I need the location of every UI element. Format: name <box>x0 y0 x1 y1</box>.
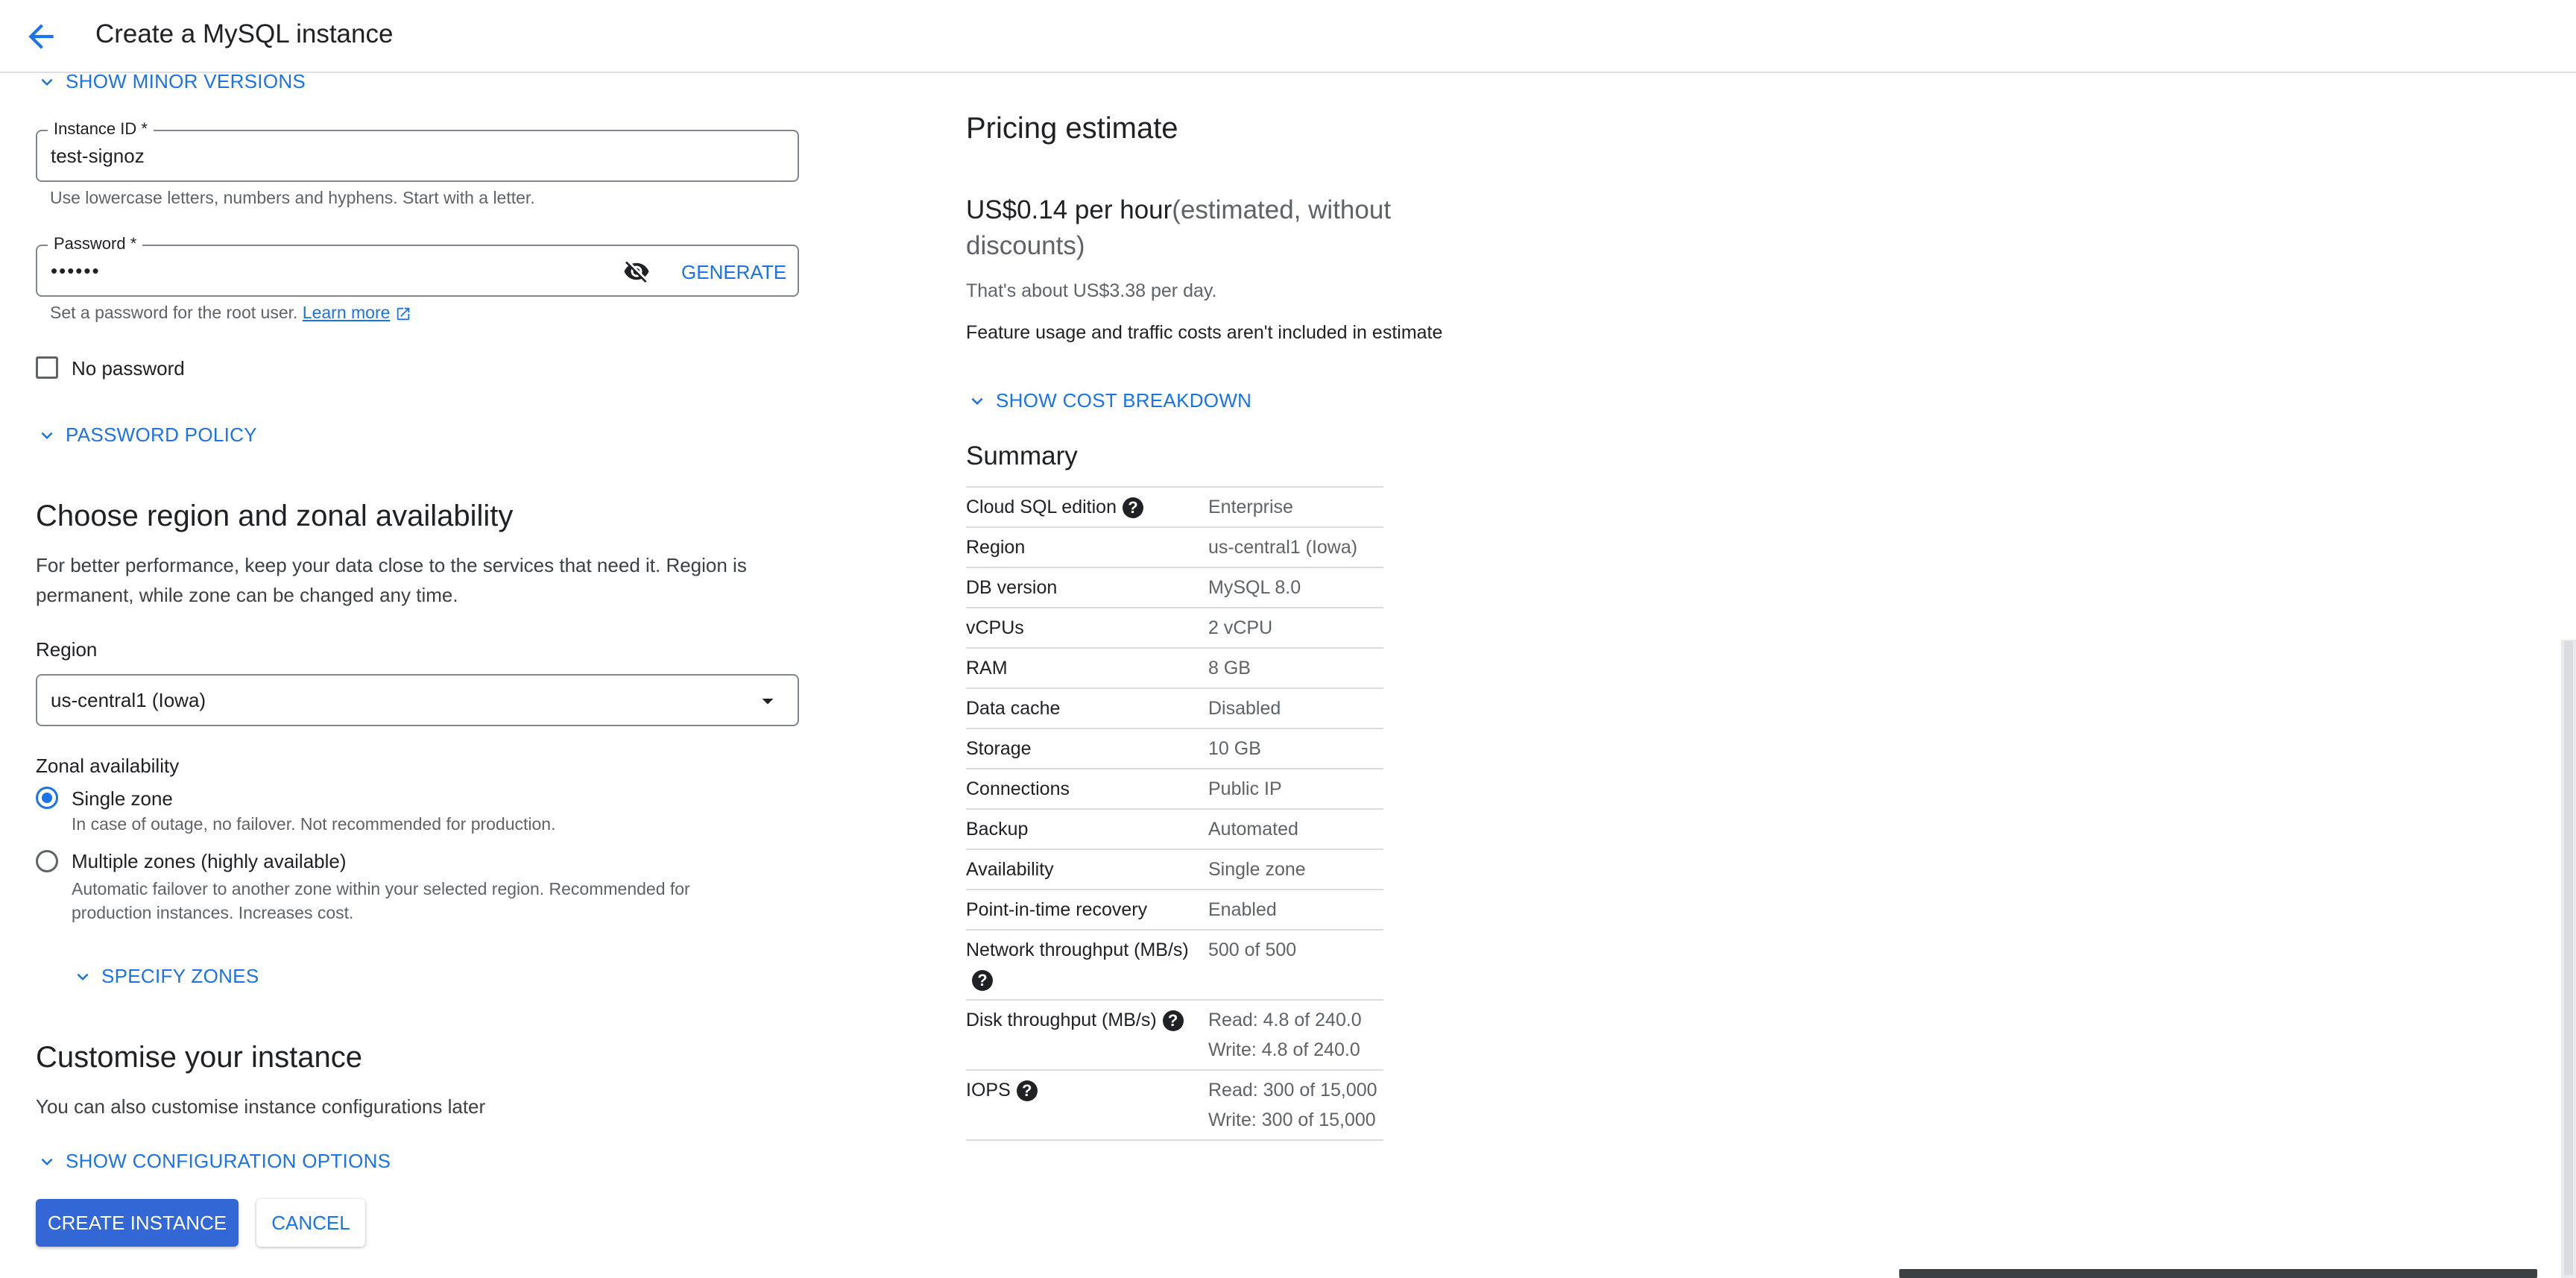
password-policy-button[interactable]: PASSWORD POLICY <box>36 424 257 447</box>
summary-value: us-central1 (Iowa) <box>1208 537 1358 558</box>
bottom-bar <box>1899 1269 2537 1278</box>
summary-value: Disabled <box>1208 698 1281 719</box>
password-label: Password * <box>48 234 143 254</box>
show-cost-breakdown-button[interactable]: SHOW COST BREAKDOWN <box>966 389 1251 412</box>
help-icon[interactable]: ? <box>1122 497 1143 519</box>
chevron-down-icon <box>41 78 53 86</box>
summary-key: Backup <box>966 819 1029 840</box>
password-field[interactable]: Password * •••••• GENERATE <box>36 234 799 297</box>
summary-value: Read: 300 of 15,000 Write: 300 of 15,000 <box>1208 1080 1377 1130</box>
summary-row: vCPUs 2 vCPU <box>966 608 1383 648</box>
help-icon[interactable]: ? <box>1162 1010 1184 1032</box>
summary-value: 8 GB <box>1208 658 1251 679</box>
chevron-down-icon <box>971 397 983 405</box>
region-select[interactable]: us-central1 (Iowa) <box>36 674 799 726</box>
summary-value: Read: 4.8 of 240.0 Write: 4.8 of 240.0 <box>1208 1010 1362 1060</box>
summary-row: Network throughput (MB/s)? 500 of 500 <box>966 930 1383 1000</box>
password-value: •••••• <box>51 259 101 282</box>
summary-row: DB version MySQL 8.0 <box>966 567 1383 608</box>
summary-value: Automated <box>1208 819 1298 840</box>
no-password-label: No password <box>72 357 185 380</box>
top-header: Create a MySQL instance <box>0 0 2576 73</box>
summary-value: Public IP <box>1208 778 1282 799</box>
page-title: Create a MySQL instance <box>95 19 394 48</box>
summary-value: Single zone <box>1208 859 1306 880</box>
summary-value: Enterprise <box>1208 497 1293 517</box>
summary-value: MySQL 8.0 <box>1208 577 1301 598</box>
customise-section-description: You can also customise instance configur… <box>36 1095 486 1118</box>
chevron-down-icon <box>77 973 89 980</box>
no-password-checkbox[interactable] <box>36 356 58 379</box>
single-zone-hint: In case of outage, no failover. Not reco… <box>72 814 556 834</box>
summary-row: Backup Automated <box>966 809 1383 849</box>
summary-value: 10 GB <box>1208 738 1261 759</box>
region-section-description: For better performance, keep your data c… <box>36 554 747 606</box>
pricing-estimate-title: Pricing estimate <box>966 112 1178 145</box>
scrollbar-thumb[interactable] <box>2564 641 2573 1275</box>
visibility-off-icon[interactable] <box>623 258 650 285</box>
summary-key: IOPS? <box>966 1070 1208 1140</box>
instance-id-value: test-signoz <box>51 145 145 167</box>
instance-id-field[interactable]: Instance ID * test-signoz <box>36 119 799 182</box>
summary-key: Connections <box>966 778 1070 799</box>
summary-row: Point-in-time recovery Enabled <box>966 890 1383 930</box>
summary-key: Data cache <box>966 698 1061 719</box>
summary-value: Enabled <box>1208 899 1277 920</box>
chevron-down-icon <box>41 1158 53 1165</box>
feature-usage-note: Feature usage and traffic costs aren't i… <box>966 322 1443 343</box>
summary-key: Availability <box>966 859 1054 880</box>
summary-title: Summary <box>966 441 1078 470</box>
password-hint: Set a password for the root user. Learn … <box>50 303 411 323</box>
cancel-button[interactable]: CANCEL <box>256 1199 365 1247</box>
single-zone-label: Single zone <box>72 787 173 810</box>
external-link-icon <box>397 307 410 321</box>
region-section-title: Choose region and zonal availability <box>36 500 514 532</box>
show-minor-versions-button[interactable]: SHOW MINOR VERSIONS <box>36 70 306 93</box>
price-estimate: US$0.14 per hour(estimated, without disc… <box>966 195 1392 260</box>
zonal-availability-label: Zonal availability <box>36 755 180 777</box>
summary-key: Cloud SQL edition? <box>966 487 1208 527</box>
show-configuration-options-button[interactable]: SHOW CONFIGURATION OPTIONS <box>36 1150 391 1173</box>
customise-section-title: Customise your instance <box>36 1041 362 1074</box>
multiple-zones-label: Multiple zones (highly available) <box>72 850 347 872</box>
multiple-zones-hint: Automatic failover to another zone withi… <box>72 879 690 922</box>
dropdown-arrow-icon <box>754 687 781 718</box>
summary-row: RAM 8 GB <box>966 648 1383 688</box>
summary-key: Region <box>966 537 1026 558</box>
instance-id-hint: Use lowercase letters, numbers and hyphe… <box>50 188 535 207</box>
generate-password-button[interactable]: GENERATE <box>681 261 786 284</box>
summary-value: 500 of 500 <box>1208 939 1297 960</box>
summary-key: Point-in-time recovery <box>966 899 1148 920</box>
summary-key: Network throughput (MB/s)? <box>966 939 1189 992</box>
summary-value: 2 vCPU <box>1208 617 1273 638</box>
summary-row: Storage 10 GB <box>966 728 1383 769</box>
summary-key: vCPUs <box>966 617 1024 638</box>
region-value: us-central1 (Iowa) <box>51 689 206 711</box>
instance-id-label: Instance ID * <box>48 119 154 139</box>
help-icon[interactable]: ? <box>1016 1080 1038 1102</box>
summary-row: Disk throughput (MB/s)? Read: 4.8 of 240.… <box>966 1000 1383 1070</box>
summary-key: RAM <box>966 658 1008 679</box>
learn-more-link[interactable]: Learn more <box>303 303 391 322</box>
summary-row: Cloud SQL edition? Enterprise <box>966 487 1383 527</box>
specify-zones-button[interactable]: SPECIFY ZONES <box>72 965 259 988</box>
summary-key: Disk throughput (MB/s)? <box>966 1000 1208 1070</box>
summary-row: Region us-central1 (Iowa) <box>966 527 1383 567</box>
summary-row: IOPS? Read: 300 of 15,000 Write: 300 of 15… <box>966 1070 1383 1140</box>
back-arrow-icon[interactable] <box>22 18 60 55</box>
chevron-down-icon <box>41 432 53 439</box>
create-instance-button[interactable]: CREATE INSTANCE <box>36 1199 239 1247</box>
summary-row: Availability Single zone <box>966 849 1383 890</box>
summary-key: Storage <box>966 738 1032 759</box>
summary-row: Data cache Disabled <box>966 688 1383 728</box>
summary-row: Connections Public IP <box>966 769 1383 809</box>
help-icon[interactable]: ? <box>972 970 993 992</box>
summary-key: DB version <box>966 577 1058 598</box>
price-per-day: That's about US$3.38 per day. <box>966 280 1217 301</box>
multiple-zones-radio[interactable] <box>36 850 58 872</box>
single-zone-radio[interactable] <box>36 787 58 809</box>
summary-table: Cloud SQL edition? Enterprise Region us-cen… <box>966 486 1383 1141</box>
region-label: Region <box>36 638 98 661</box>
